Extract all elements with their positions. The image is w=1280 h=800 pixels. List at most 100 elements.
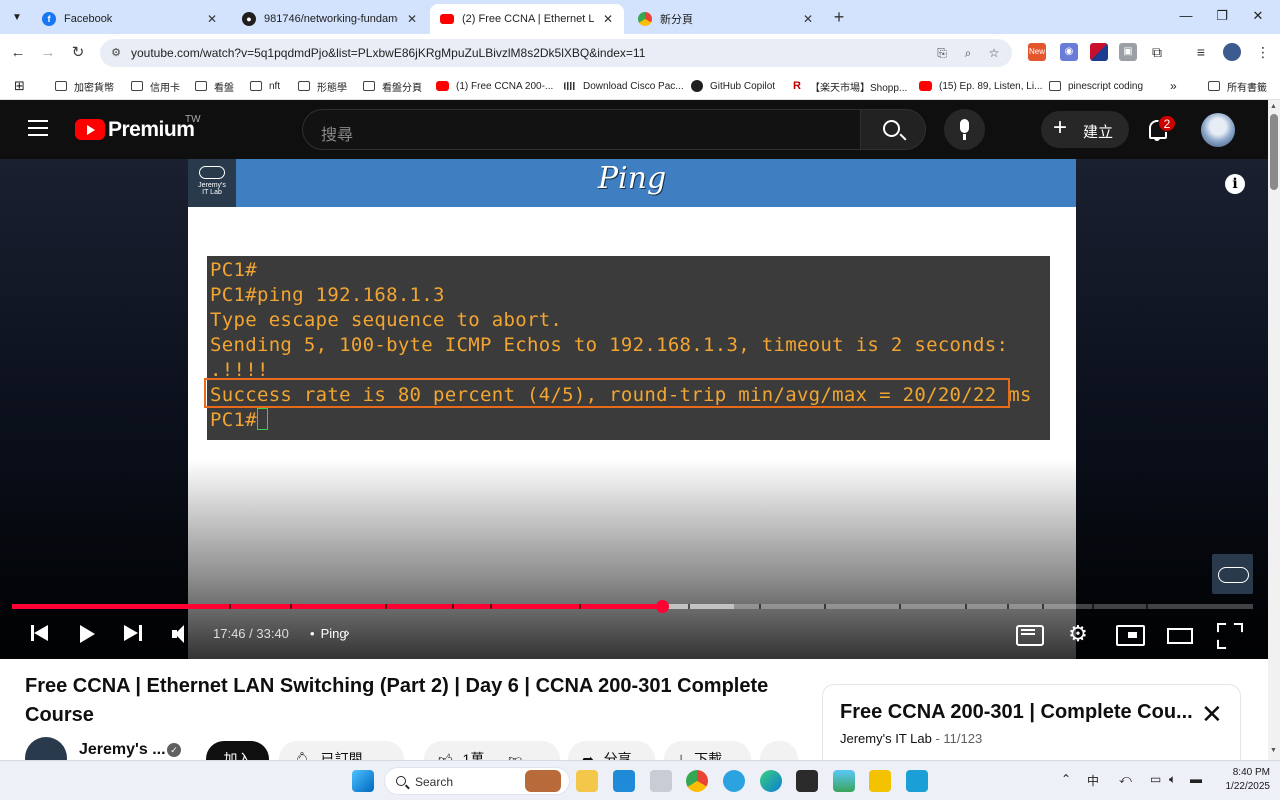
bookmark-link[interactable]: (15) Ep. 89, Listen, Li... (919, 78, 1042, 94)
app-icon[interactable] (613, 770, 635, 792)
like-dislike-button[interactable]: 👍︎ 1萬 👎︎ (424, 741, 560, 760)
bookmark-folder[interactable]: 加密貨幣 (55, 78, 114, 94)
ime-mode-icon[interactable]: ⤺ (1119, 772, 1132, 787)
progress-bar[interactable] (12, 600, 1253, 613)
network-icon[interactable]: ▭ (1150, 772, 1161, 786)
all-bookmarks-folder[interactable]: 所有書籤 (1208, 78, 1267, 94)
install-app-icon[interactable]: ⎘ (934, 45, 950, 61)
more-actions-button[interactable]: ... (760, 741, 798, 760)
bookmark-link[interactable]: Download Cisco Pac... (564, 78, 684, 94)
scrollbar-thumb[interactable] (1270, 114, 1278, 190)
channel-avatar[interactable] (25, 737, 67, 760)
bookmark-link[interactable]: (1) Free CCNA 200-... (436, 78, 553, 94)
scroll-up-icon[interactable]: ▲ (1270, 103, 1277, 110)
more-bookmarks-icon[interactable]: » (1170, 78, 1177, 94)
bookmark-folder[interactable]: 形態學 (298, 78, 347, 94)
volume-icon[interactable] (172, 622, 194, 646)
reload-button[interactable]: ↻ (68, 43, 88, 63)
chevron-right-icon[interactable]: › (345, 624, 350, 640)
bookmark-link[interactable]: R 【楽天市場】Shopp... (793, 78, 907, 94)
apps-grid-icon[interactable]: ⊞ (14, 78, 25, 94)
address-bar[interactable]: ⚙ youtube.com/watch?v=5q1pqdmdPjo&list=P… (100, 39, 1012, 67)
forward-button[interactable]: → (38, 43, 58, 63)
scroll-down-icon[interactable]: ▼ (1270, 747, 1277, 754)
extension-new-icon[interactable]: New (1028, 43, 1046, 61)
back-button[interactable]: ← (8, 43, 28, 63)
close-icon[interactable]: ✕ (1201, 701, 1223, 727)
search-button[interactable] (860, 109, 926, 150)
reading-list-icon[interactable]: ≡ (1192, 43, 1210, 61)
tab-github[interactable]: ● 981746/networking-fundament ✕ (232, 4, 428, 34)
telegram-icon[interactable] (723, 770, 745, 792)
edge-icon[interactable] (760, 770, 782, 792)
video-player[interactable]: Ping Jeremy's IT Lab PC1# PC1#ping 192.1… (0, 159, 1268, 659)
youtube-premium-logo[interactable]: Premium (108, 118, 195, 142)
bookmark-folder[interactable]: 看盤 (195, 78, 234, 94)
close-tab-icon[interactable]: ✕ (600, 12, 616, 26)
new-tab-button[interactable]: + (830, 8, 848, 26)
bookmark-folder[interactable]: 信用卡 (131, 78, 180, 94)
bookmark-folder[interactable]: 看盤分頁 (363, 78, 422, 94)
miniplayer-icon[interactable] (1116, 622, 1145, 646)
playlist-title[interactable]: Free CCNA 200-301 | Complete Cou... (840, 701, 1193, 724)
restore-icon[interactable]: ❐ (1212, 8, 1232, 24)
next-icon[interactable] (124, 622, 142, 646)
zoom-icon[interactable]: ⌕ (960, 45, 976, 61)
terminal-icon[interactable] (796, 770, 818, 792)
youtube-logo-icon[interactable] (75, 119, 105, 140)
notepad-icon[interactable] (906, 770, 928, 792)
extension-flag-icon[interactable] (1090, 43, 1108, 61)
page-scrollbar[interactable]: ▲ ▼ (1268, 100, 1280, 760)
tab-new-tab[interactable]: 新分頁 ✕ (628, 4, 824, 34)
channel-name[interactable]: Jeremy's ... (79, 741, 166, 759)
close-window-icon[interactable]: ✕ (1248, 8, 1268, 24)
bookmark-link[interactable]: GitHub Copilot (691, 78, 775, 94)
channel-watermark-icon[interactable] (1212, 554, 1253, 594)
site-info-icon[interactable]: ⚙ (108, 45, 124, 61)
tab-search-button[interactable]: ▼ (6, 6, 28, 28)
file-explorer-icon[interactable] (576, 770, 598, 792)
battery-icon[interactable]: ▬ (1190, 772, 1202, 786)
chrome-taskbar-icon[interactable] (686, 770, 708, 792)
settings-gear-icon[interactable]: ⚙ (1068, 622, 1088, 646)
fullscreen-icon[interactable] (1217, 622, 1239, 646)
subtitles-icon[interactable] (1016, 622, 1044, 646)
extension-icon[interactable]: ◉ (1060, 43, 1078, 61)
previous-icon[interactable] (31, 622, 49, 646)
close-tab-icon[interactable]: ✕ (204, 12, 220, 26)
app-icon[interactable] (650, 770, 672, 792)
app-icon[interactable] (869, 770, 891, 792)
bookmark-star-icon[interactable]: ☆ (986, 45, 1002, 61)
chapter-title[interactable]: • Ping (310, 626, 347, 641)
download-button[interactable]: ⤓ 下載 (664, 741, 751, 760)
chrome-menu-icon[interactable]: ⋮ (1254, 43, 1272, 61)
join-button[interactable]: 加入 (206, 741, 269, 760)
bookmark-folder[interactable]: pinescript coding (1049, 78, 1143, 94)
show-hidden-icons[interactable]: ⌃ (1061, 772, 1071, 786)
play-icon[interactable] (80, 622, 96, 646)
voice-search-icon[interactable] (944, 109, 985, 150)
create-button[interactable]: + 建立 (1041, 111, 1129, 148)
ime-indicator[interactable]: 中 (1087, 772, 1099, 789)
extension-icon[interactable]: ▣ (1119, 43, 1137, 61)
bookmark-folder[interactable]: nft (250, 78, 280, 94)
minimize-icon[interactable]: — (1176, 8, 1196, 23)
url-text[interactable]: youtube.com/watch?v=5q1pqdmdPjo&list=PLx… (131, 46, 645, 60)
profile-avatar-icon[interactable] (1223, 43, 1241, 61)
guide-menu-icon[interactable] (28, 120, 48, 136)
search-input[interactable]: 搜尋 (302, 109, 860, 150)
app-icon[interactable] (833, 770, 855, 792)
theater-mode-icon[interactable] (1167, 622, 1193, 646)
speaker-icon[interactable]: 🔈︎ (1169, 772, 1176, 787)
close-tab-icon[interactable]: ✕ (404, 12, 420, 26)
subscribed-button[interactable]: 🔔︎ 已訂閱 ⌄ (279, 741, 404, 760)
windows-start-icon[interactable] (352, 770, 374, 792)
taskbar-search[interactable]: Search (384, 767, 570, 795)
tab-facebook[interactable]: f Facebook ✕ (32, 4, 228, 34)
tab-youtube-active[interactable]: (2) Free CCNA | Ethernet LAN S ✕ (430, 4, 624, 34)
share-button[interactable]: ➦ 分享 (568, 741, 655, 760)
info-icon[interactable]: i (1225, 174, 1245, 194)
close-tab-icon[interactable]: ✕ (800, 12, 816, 26)
taskbar-clock[interactable]: 8:40 PM 1/22/2025 (1214, 766, 1271, 794)
extensions-puzzle-icon[interactable]: ⧉ (1148, 43, 1166, 61)
